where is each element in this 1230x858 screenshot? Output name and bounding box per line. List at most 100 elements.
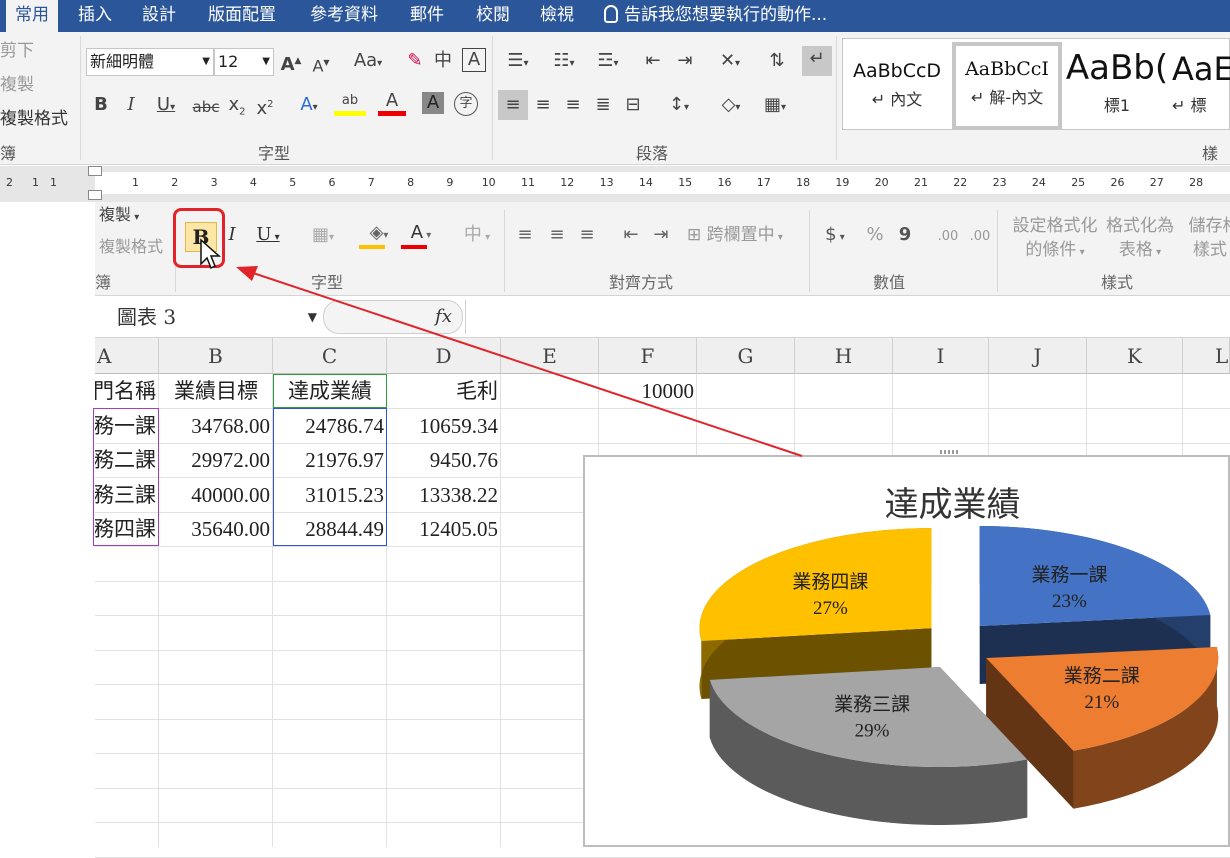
- formula-input[interactable]: [465, 300, 1230, 334]
- strikethrough-icon[interactable]: abc: [192, 94, 220, 120]
- cell-b4[interactable]: 40000.00: [159, 478, 273, 512]
- sort-icon[interactable]: ⇅: [764, 48, 790, 74]
- borders-icon[interactable]: ▦▾: [756, 92, 794, 121]
- excel-border-icon[interactable]: ▦▾: [303, 222, 343, 251]
- change-case-icon[interactable]: Aa▾: [348, 48, 388, 77]
- underline-icon[interactable]: U▾: [150, 92, 182, 121]
- column-header-l[interactable]: L: [1183, 338, 1230, 374]
- line-spacing-icon[interactable]: ↕▾: [660, 92, 698, 121]
- bold-icon[interactable]: B: [90, 92, 112, 118]
- excel-copy-button[interactable]: 複製 ▾: [99, 202, 139, 231]
- column-header-g[interactable]: G: [697, 338, 795, 374]
- align-left-icon[interactable]: ≡: [498, 90, 528, 120]
- highlight-icon[interactable]: ab: [334, 88, 366, 116]
- column-header-c[interactable]: C: [273, 338, 387, 374]
- cell-b1[interactable]: 業績目標: [159, 374, 273, 408]
- clear-format-icon[interactable]: ✎: [403, 48, 427, 74]
- pie-slice-3[interactable]: [709, 667, 1028, 826]
- tab-home[interactable]: 常用: [6, 0, 58, 32]
- copy-button[interactable]: 複製: [0, 72, 34, 98]
- show-marks-icon[interactable]: ↵: [802, 46, 832, 76]
- shrink-font-icon[interactable]: A▼: [310, 50, 332, 79]
- hanging-indent-marker[interactable]: [88, 190, 102, 200]
- tab-view[interactable]: 檢視: [532, 0, 582, 32]
- tell-me-box[interactable]: 告訴我您想要執行的動作...: [604, 0, 827, 32]
- increase-indent-icon[interactable]: ⇥: [672, 48, 698, 74]
- chart-resize-handle[interactable]: [940, 450, 958, 454]
- style-heading1[interactable]: AaBb(標1: [1062, 46, 1172, 126]
- excel-increase-decimal-icon[interactable]: .00: [933, 224, 963, 250]
- excel-decrease-decimal-icon[interactable]: .00: [965, 224, 995, 250]
- character-shading-icon[interactable]: A: [422, 92, 444, 114]
- font-size-select[interactable]: 12 ▼: [214, 48, 274, 76]
- excel-format-as-table-button[interactable]: 格式化為 表格 ▾: [1099, 214, 1181, 265]
- tab-insert[interactable]: 插入: [70, 0, 120, 32]
- excel-currency-button[interactable]: $ ▾: [817, 222, 853, 251]
- column-header-d[interactable]: D: [387, 338, 501, 374]
- column-header-k[interactable]: K: [1087, 338, 1183, 374]
- grow-font-icon[interactable]: A▲: [280, 48, 302, 78]
- tab-mailings[interactable]: 郵件: [402, 0, 452, 32]
- bullets-icon[interactable]: ☰▾: [498, 48, 538, 77]
- first-line-indent-marker[interactable]: [88, 166, 102, 176]
- excel-percent-button[interactable]: %: [863, 222, 887, 248]
- cell-a1[interactable]: 門名稱: [95, 374, 159, 408]
- column-header-e[interactable]: E: [501, 338, 599, 374]
- font-name-select[interactable]: 新細明體 ▼: [86, 48, 214, 76]
- tab-references[interactable]: 參考資料: [302, 0, 386, 32]
- excel-comma-button[interactable]: 9: [895, 222, 915, 248]
- decrease-indent-icon[interactable]: ⇤: [640, 48, 666, 74]
- style-normal[interactable]: AaBbCcD ↵ 內文: [842, 46, 952, 126]
- multilevel-list-icon[interactable]: ☲▾: [588, 48, 628, 77]
- cell-b3[interactable]: 29972.00: [159, 443, 273, 477]
- column-header-j[interactable]: J: [989, 338, 1087, 374]
- excel-increase-indent-icon[interactable]: ⇥: [647, 222, 675, 248]
- tab-design[interactable]: 設計: [134, 0, 184, 32]
- name-box[interactable]: 圖表 3 ▼: [95, 300, 323, 334]
- cell-d4[interactable]: 13338.22: [387, 478, 501, 512]
- numbering-icon[interactable]: ☷▾: [544, 48, 584, 77]
- tab-review[interactable]: 校閱: [468, 0, 518, 32]
- font-color-icon[interactable]: A: [378, 88, 406, 116]
- pie-chart[interactable]: 達成業績 業務一課 23% 業務二課 21% 業務三課 29% 業務四課 27%: [583, 455, 1230, 847]
- style-body-selected[interactable]: AaBbCcI ↵ 解-內文: [952, 42, 1062, 130]
- style-heading2[interactable]: AaE ↵ 標: [1172, 46, 1230, 126]
- excel-align-left-icon[interactable]: ≡: [511, 222, 539, 248]
- column-header-f[interactable]: F: [599, 338, 697, 374]
- excel-merge-center-button[interactable]: ⊞ 跨欄置中 ▾: [687, 222, 803, 251]
- cell-d3[interactable]: 9450.76: [387, 443, 501, 477]
- distributed-icon[interactable]: ⊟: [620, 92, 646, 118]
- column-header-i[interactable]: I: [893, 338, 989, 374]
- excel-underline-button[interactable]: U ▾: [251, 222, 285, 251]
- column-header-a[interactable]: A: [95, 338, 159, 374]
- tab-layout[interactable]: 版面配置: [200, 0, 284, 32]
- subscript-icon[interactable]: x2: [226, 92, 248, 126]
- cell-d1[interactable]: 毛利: [387, 374, 501, 408]
- excel-format-painter[interactable]: 複製格式: [99, 234, 163, 260]
- phonetic-guide-icon[interactable]: 中: [430, 48, 456, 74]
- function-icon[interactable]: fx: [435, 303, 452, 331]
- format-painter-button[interactable]: 複製格式: [0, 106, 68, 132]
- align-center-icon[interactable]: ≡: [530, 92, 556, 118]
- excel-italic-button[interactable]: I: [221, 222, 243, 248]
- italic-icon[interactable]: I: [120, 92, 142, 118]
- cell-f1[interactable]: 10000: [599, 374, 697, 408]
- superscript-icon[interactable]: x2: [254, 92, 276, 122]
- excel-align-right-icon[interactable]: ≡: [573, 222, 601, 248]
- character-border-icon[interactable]: A: [462, 48, 486, 72]
- cell-b2[interactable]: 34768.00: [159, 409, 273, 443]
- column-header-h[interactable]: H: [795, 338, 893, 374]
- align-right-icon[interactable]: ≡: [560, 92, 586, 118]
- excel-decrease-indent-icon[interactable]: ⇤: [617, 222, 645, 248]
- horizontal-ruler[interactable]: 2 1 1 1 2 3 4 5 6 7 8 9 10 11 12 13 14 15 16 17 18 19 20 21 22 23…: [0, 166, 1230, 202]
- justify-icon[interactable]: ≣: [590, 92, 616, 118]
- text-effects-icon[interactable]: A▾: [294, 92, 324, 121]
- text-direction-icon[interactable]: ✕▾: [710, 48, 750, 77]
- cut-button[interactable]: 剪下: [0, 38, 34, 64]
- excel-cell-styles-button[interactable]: 儲存格樣式 ▾: [1179, 214, 1230, 265]
- column-header-b[interactable]: B: [159, 338, 273, 374]
- cell-d2[interactable]: 10659.34: [387, 409, 501, 443]
- cell-d5[interactable]: 12405.05: [387, 512, 501, 546]
- excel-conditional-format-button[interactable]: 設定格式化 的條件 ▾: [1005, 214, 1105, 265]
- excel-fill-color-icon[interactable]: ◈▾: [359, 220, 399, 249]
